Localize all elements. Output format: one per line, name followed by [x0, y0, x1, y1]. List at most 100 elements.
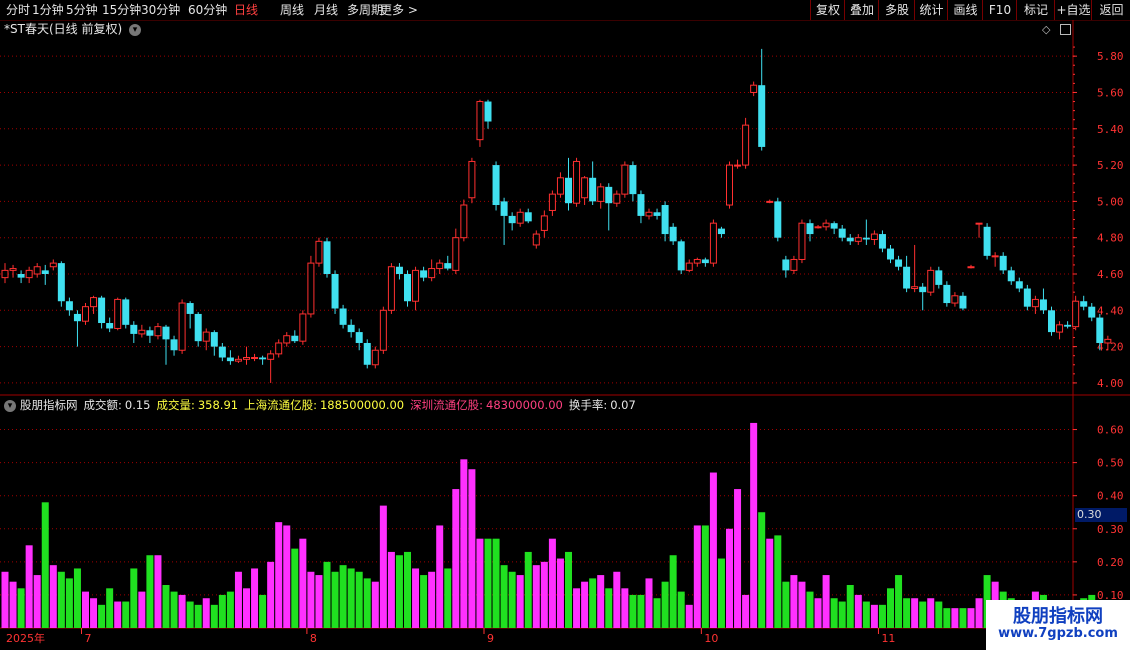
- volume-bar: [379, 505, 387, 628]
- candle-body: [130, 324, 138, 334]
- volume-bar: [862, 601, 870, 628]
- candle-body: [154, 326, 162, 337]
- candle-body: [371, 349, 379, 366]
- volume-bar: [701, 525, 709, 628]
- candle-body: [532, 233, 540, 246]
- volume-bar: [355, 571, 363, 628]
- candle-body: [114, 298, 122, 329]
- volume-bar: [194, 604, 202, 628]
- candle-body: [106, 323, 114, 329]
- candle-body: [508, 215, 516, 224]
- volume-bar: [540, 561, 548, 628]
- candle-body: [758, 85, 766, 147]
- volume-bar: [65, 578, 73, 628]
- volume-bar: [73, 568, 81, 628]
- volume-bar: [605, 588, 613, 628]
- candle-body: [862, 237, 870, 240]
- candle-body: [283, 335, 291, 344]
- candle-body: [573, 160, 581, 204]
- candle-body: [991, 255, 999, 258]
- candle-body: [830, 223, 838, 229]
- volume-bar: [331, 571, 339, 628]
- volume-bar: [347, 568, 355, 628]
- candle-body: [766, 200, 774, 203]
- volume-bar: [887, 588, 894, 628]
- volume-bar: [661, 581, 669, 628]
- volume-bar: [460, 459, 468, 628]
- candle-body: [17, 274, 25, 278]
- volume-bar: [186, 601, 194, 628]
- candle-body: [548, 193, 556, 211]
- candle-body: [911, 286, 919, 290]
- volume-bar: [589, 578, 597, 628]
- volume-bar: [444, 568, 452, 628]
- volume-bar: [1, 571, 9, 628]
- volume-bar: [532, 565, 540, 628]
- candle-body: [597, 186, 605, 202]
- price-tick-label: 5.60: [1097, 86, 1124, 99]
- volume-bar: [726, 528, 733, 628]
- volume-bar: [565, 551, 572, 628]
- price-tick-label: 5.00: [1097, 195, 1124, 208]
- candle-body: [1064, 324, 1072, 327]
- volume-bar: [581, 581, 589, 628]
- volume-bar: [597, 575, 605, 628]
- volume-bar: [49, 565, 57, 628]
- candle-body: [323, 241, 331, 274]
- volume-bar: [283, 525, 291, 628]
- candle-body: [846, 237, 854, 242]
- watermark-line2: www.7gpzb.com: [998, 626, 1118, 641]
- volume-bar: [395, 555, 403, 628]
- candle-body: [122, 299, 130, 325]
- volume-bar: [645, 578, 653, 628]
- volume-bar: [556, 558, 564, 628]
- candle-body: [33, 266, 41, 275]
- candle-body: [959, 295, 967, 309]
- volume-bar: [146, 555, 154, 628]
- volume-bar: [508, 571, 516, 628]
- volume-bar: [830, 598, 838, 628]
- volume-bar: [412, 568, 420, 628]
- candle-body: [379, 309, 387, 351]
- volume-bar: [436, 525, 444, 628]
- price-tick-label: 5.80: [1097, 50, 1124, 63]
- candle-body: [226, 357, 234, 362]
- candle-body: [556, 177, 564, 195]
- candle-body: [299, 313, 307, 342]
- candle-body: [895, 259, 903, 267]
- date-tick-label: 11: [881, 632, 895, 645]
- candle-body: [516, 211, 524, 224]
- candle-body: [500, 201, 508, 216]
- price-tick-label: 5.20: [1097, 159, 1124, 172]
- candle-body: [234, 358, 242, 362]
- volume-bar: [299, 538, 307, 628]
- volume-bar: [621, 588, 629, 628]
- volume-bar: [170, 591, 178, 628]
- candle-body: [1104, 338, 1112, 344]
- volume-bar: [500, 565, 508, 628]
- watermark-line1: 股朋指标网: [1013, 606, 1103, 627]
- candle-body: [65, 301, 73, 311]
- candle-body: [1072, 300, 1080, 328]
- candle-body: [814, 226, 822, 229]
- kline-volume-chart[interactable]: 5.805.605.405.205.004.804.604.404.204.00…: [0, 0, 1130, 650]
- volume-bar: [516, 575, 524, 628]
- candle-body: [275, 342, 283, 355]
- volume-bar: [782, 581, 790, 628]
- volume-bar: [524, 551, 532, 628]
- candle-body: [798, 222, 806, 260]
- candle-body: [935, 270, 943, 285]
- volume-bar: [226, 591, 234, 628]
- candle-body: [589, 177, 597, 202]
- candle-body: [806, 223, 814, 235]
- volume-bar: [911, 598, 919, 628]
- volume-bar: [870, 604, 878, 628]
- volume-tick-label: 0.40: [1097, 490, 1124, 503]
- candle-body: [540, 215, 548, 231]
- candle-body: [565, 177, 572, 204]
- date-tick-label: 7: [85, 632, 92, 645]
- candle-body: [975, 222, 983, 225]
- date-tick-label: 2025年: [6, 631, 45, 645]
- volume-bar: [693, 525, 701, 628]
- candle-body: [1096, 317, 1104, 343]
